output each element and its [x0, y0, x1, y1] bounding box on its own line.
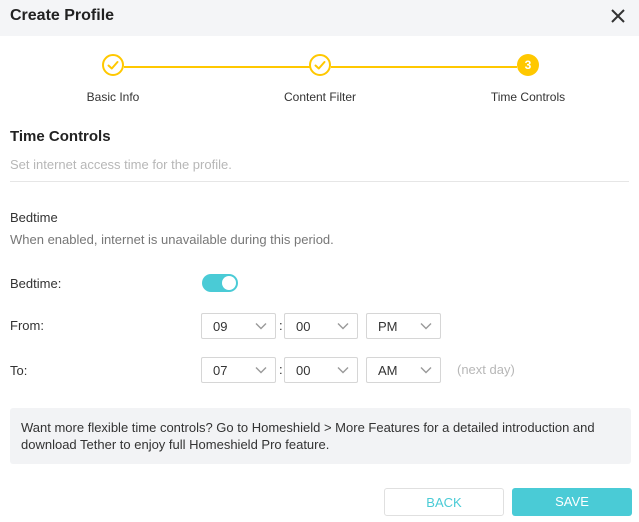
- create-profile-dialog: Create Profile Basic Info Content Filter…: [0, 0, 639, 522]
- from-label: From:: [10, 318, 44, 333]
- chevron-down-icon: [420, 323, 432, 330]
- bedtime-description: When enabled, internet is unavailable du…: [10, 232, 334, 247]
- info-text: Want more flexible time controls? Go to …: [21, 420, 595, 452]
- close-icon[interactable]: [607, 5, 629, 27]
- bedtime-heading: Bedtime: [10, 210, 58, 225]
- save-button[interactable]: SAVE: [512, 488, 632, 516]
- step-connector: [331, 66, 517, 68]
- bedtime-toggle[interactable]: [202, 274, 238, 292]
- to-minute-value: 00: [296, 363, 311, 378]
- time-separator: :: [279, 318, 283, 333]
- chevron-down-icon: [255, 323, 267, 330]
- to-period-value: AM: [378, 363, 398, 378]
- to-hour-select[interactable]: 07: [201, 357, 276, 383]
- step-label-time-controls: Time Controls: [490, 90, 566, 104]
- to-label: To:: [10, 363, 28, 378]
- step-connector: [124, 66, 310, 68]
- divider: [10, 181, 629, 182]
- to-minute-select[interactable]: 00: [284, 357, 358, 383]
- info-banner: Want more flexible time controls? Go to …: [10, 408, 631, 464]
- bedtime-toggle-label: Bedtime:: [10, 276, 62, 291]
- back-button[interactable]: BACK: [384, 488, 504, 516]
- to-hour-value: 07: [213, 363, 228, 378]
- from-minute-value: 00: [296, 319, 311, 334]
- chevron-down-icon: [337, 367, 349, 374]
- from-period-value: PM: [378, 319, 398, 334]
- next-day-note: (next day): [457, 362, 515, 377]
- step-current-number: 3: [517, 54, 539, 76]
- step-done-check-icon: [309, 54, 331, 76]
- from-hour-select[interactable]: 09: [201, 313, 276, 339]
- time-separator: :: [279, 362, 283, 377]
- step-label-content-filter: Content Filter: [283, 90, 357, 104]
- dialog-title: Create Profile: [10, 7, 115, 24]
- progress-stepper: Basic Info Content Filter 3 Time Control…: [0, 54, 639, 114]
- section-description: Set internet access time for the profile…: [10, 157, 232, 172]
- from-period-select[interactable]: PM: [366, 313, 441, 339]
- step-done-check-icon: [102, 54, 124, 76]
- toggle-knob: [222, 276, 236, 290]
- step-label-basic-info: Basic Info: [86, 90, 140, 104]
- section-title: Time Controls: [10, 128, 111, 145]
- chevron-down-icon: [420, 367, 432, 374]
- dialog-header: Create Profile: [0, 0, 639, 36]
- from-hour-value: 09: [213, 319, 228, 334]
- chevron-down-icon: [337, 323, 349, 330]
- from-minute-select[interactable]: 00: [284, 313, 358, 339]
- to-period-select[interactable]: AM: [366, 357, 441, 383]
- chevron-down-icon: [255, 367, 267, 374]
